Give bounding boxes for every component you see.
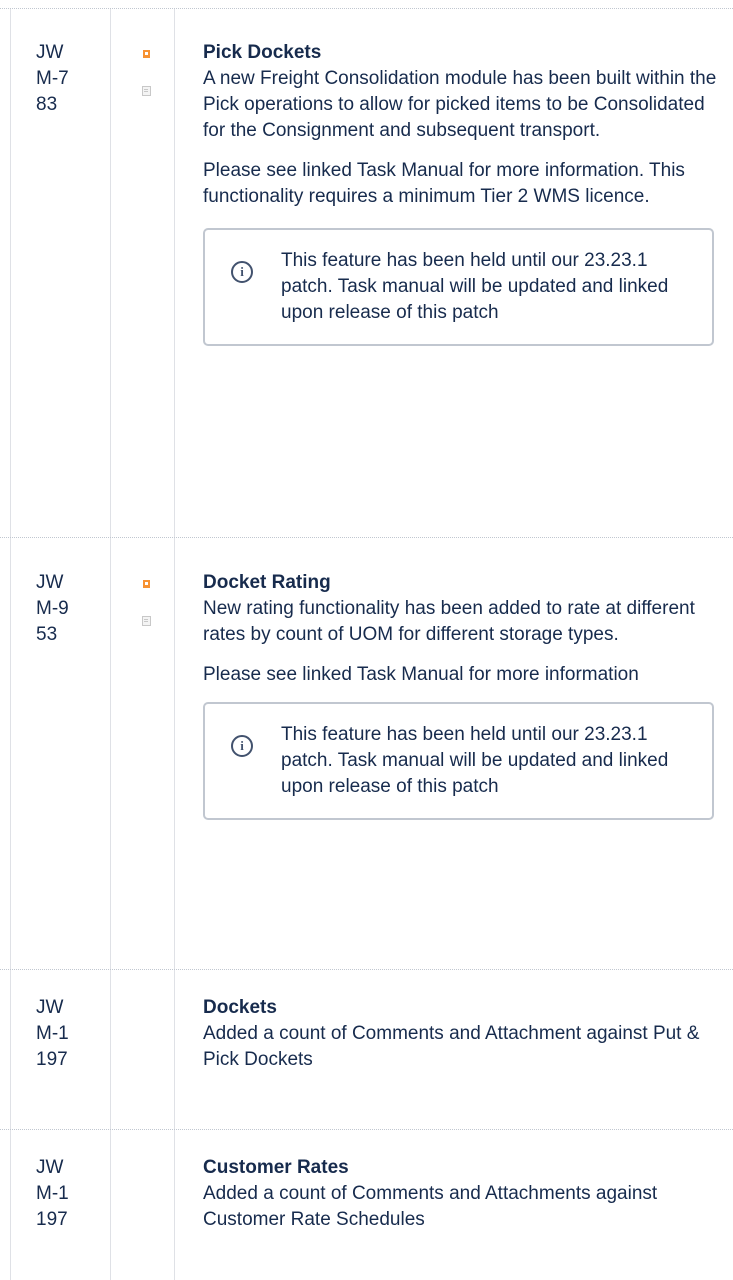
table-row: JW M-9 53 Docket Rating New rating funct… — [0, 537, 733, 969]
document-icon — [142, 616, 151, 626]
feature-description: Added a count of Comments and Attachment… — [203, 1023, 700, 1070]
feature-description: Added a count of Comments and Attachment… — [203, 1183, 658, 1230]
row-separator — [0, 537, 733, 538]
feature-title: Dockets — [203, 997, 277, 1018]
row-content: Dockets Added a count of Comments and At… — [203, 995, 718, 1087]
feature-description: Please see linked Task Manual for more i… — [203, 664, 639, 685]
issue-key-link[interactable]: JW M-1 197 — [36, 1155, 96, 1233]
info-icon: i — [231, 735, 253, 757]
row-separator — [0, 8, 733, 9]
info-icon: i — [231, 261, 253, 283]
info-panel: i This feature has been held until our 2… — [203, 228, 714, 346]
row-content: Docket Rating New rating functionality h… — [203, 570, 718, 820]
info-panel-text: This feature has been held until our 23.… — [281, 724, 669, 797]
info-panel-text: This feature has been held until our 23.… — [281, 250, 669, 323]
row-icons — [142, 580, 154, 626]
table-row: JW M-7 83 Pick Dockets A new Freight Con… — [0, 8, 733, 537]
issue-key-link[interactable]: JW M-1 197 — [36, 995, 96, 1073]
document-icon — [142, 86, 151, 96]
feature-description: Please see linked Task Manual for more i… — [203, 160, 685, 207]
feature-description: New rating functionality has been added … — [203, 598, 695, 645]
table-row: JW M-1 197 Customer Rates Added a count … — [0, 1129, 733, 1280]
bookmark-icon — [143, 580, 150, 588]
info-panel: i This feature has been held until our 2… — [203, 702, 714, 820]
issue-key-link[interactable]: JW M-9 53 — [36, 570, 96, 648]
row-separator — [0, 969, 733, 970]
issue-key-link[interactable]: JW M-7 83 — [36, 40, 96, 118]
table-row: JW M-1 197 Dockets Added a count of Comm… — [0, 969, 733, 1129]
row-content: Pick Dockets A new Freight Consolidation… — [203, 40, 718, 346]
row-separator — [0, 1129, 733, 1130]
bookmark-icon — [143, 50, 150, 58]
release-notes-table: JW M-7 83 Pick Dockets A new Freight Con… — [0, 0, 733, 1280]
feature-description: A new Freight Consolidation module has b… — [203, 68, 717, 141]
feature-title: Pick Dockets — [203, 42, 322, 63]
row-icons — [142, 50, 154, 96]
feature-title: Customer Rates — [203, 1157, 349, 1178]
feature-title: Docket Rating — [203, 572, 331, 593]
row-content: Customer Rates Added a count of Comments… — [203, 1155, 718, 1247]
